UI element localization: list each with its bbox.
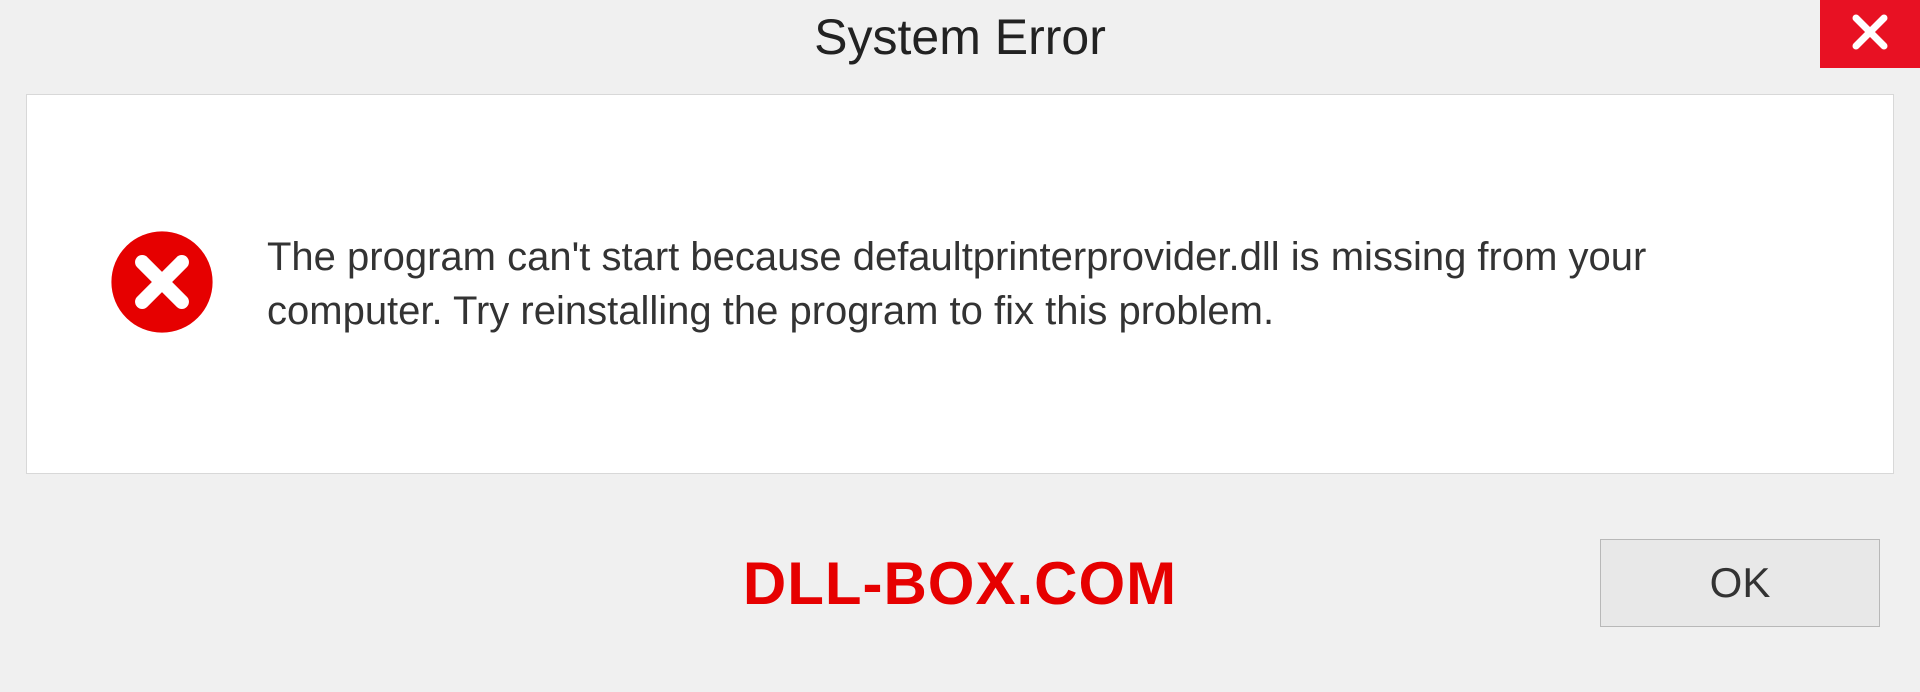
ok-button[interactable]: OK xyxy=(1600,539,1880,627)
error-icon xyxy=(107,227,217,342)
dialog-title: System Error xyxy=(814,8,1106,66)
dialog-footer: DLL-BOX.COM OK xyxy=(0,474,1920,692)
message-panel: The program can't start because defaultp… xyxy=(26,94,1894,474)
error-dialog: System Error The program can't start bec… xyxy=(0,0,1920,692)
watermark-text: DLL-BOX.COM xyxy=(743,549,1177,618)
titlebar: System Error xyxy=(0,0,1920,74)
close-icon xyxy=(1849,11,1891,58)
close-button[interactable] xyxy=(1820,0,1920,68)
error-message: The program can't start because defaultp… xyxy=(267,230,1767,338)
